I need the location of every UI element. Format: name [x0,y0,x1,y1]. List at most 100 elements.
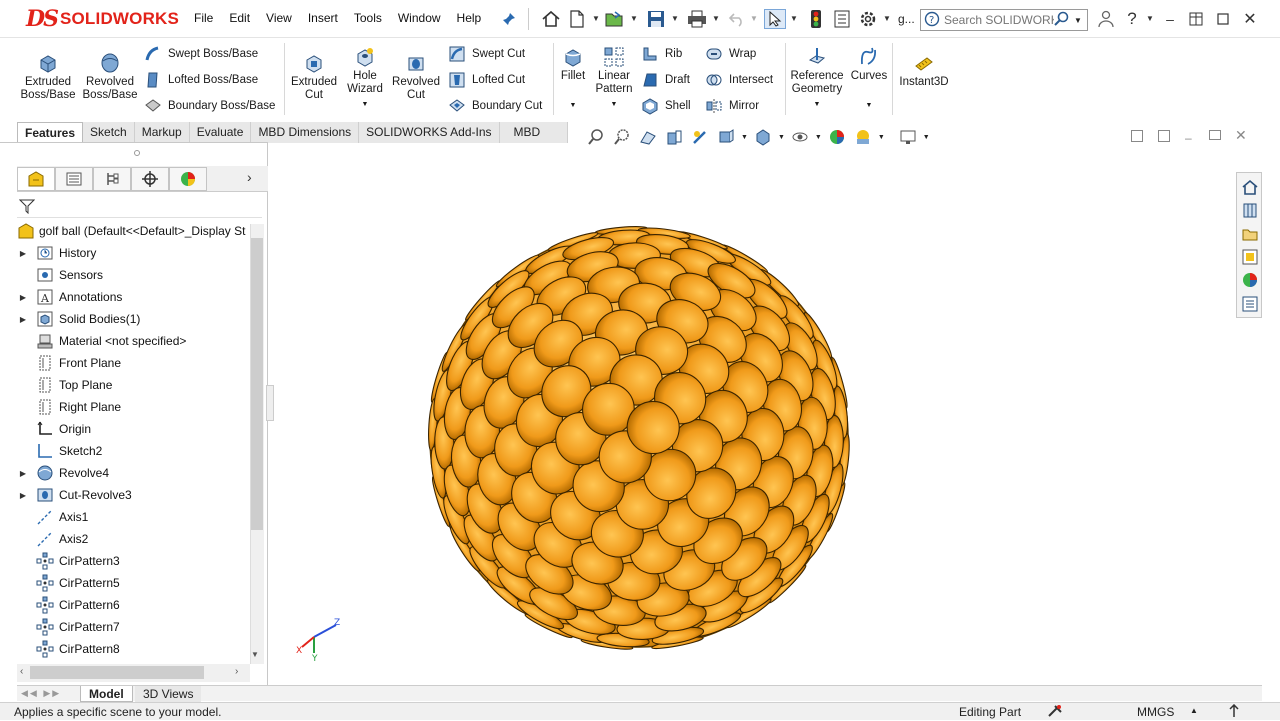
solidworks-logo[interactable]: DS SOLIDWORKS [26,6,179,32]
scroll-left-icon[interactable]: ‹ [20,666,23,677]
maximize-icon[interactable] [1213,9,1233,29]
close-icon[interactable]: ✕ [1240,9,1260,29]
rebuild-icon[interactable] [805,9,827,29]
tree-item-origin[interactable]: Origin [17,418,91,440]
mirror-button[interactable]: Mirror [705,96,759,116]
revolved-boss-button[interactable]: Revolved Boss/Base [82,52,138,102]
hide-show-dropdown-icon[interactable]: ▼ [815,134,822,141]
menu-view[interactable]: View [258,11,300,25]
extruded-boss-button[interactable]: Extruded Boss/Base [20,52,76,102]
tree-filter[interactable] [17,194,262,218]
viewport-minimize-icon[interactable]: – [1185,131,1192,145]
curves-button[interactable]: Curves ▼ [850,46,888,112]
appearances-scenes-icon[interactable] [1239,269,1260,290]
draft-button[interactable]: Draft [641,70,690,90]
view-settings-dropdown-icon[interactable]: ▼ [923,134,930,141]
apply-scene-dropdown-icon[interactable]: ▼ [878,134,885,141]
zoom-to-fit-icon[interactable] [585,126,607,148]
undo-dropdown-icon[interactable]: ▼ [750,14,758,23]
expand-arrow-icon[interactable]: ▶ [17,293,29,302]
tab-3d-views[interactable]: 3D Views [135,686,202,702]
tab-sketch[interactable]: Sketch [83,122,135,143]
tree-item-revolve4[interactable]: ▶ Revolve4 [17,462,109,484]
intersect-button[interactable]: Intersect [705,70,773,90]
reference-geometry-dropdown-icon[interactable]: ▼ [789,98,845,111]
select-arrow-icon[interactable] [764,9,786,29]
tab-markup[interactable]: Markup [134,122,190,143]
curves-dropdown-icon[interactable]: ▼ [850,99,888,112]
tab-mbd-dimensions[interactable]: MBD Dimensions [251,122,360,143]
pin-icon[interactable] [498,9,520,29]
reference-geometry-button[interactable]: Reference Geometry ▼ [789,46,845,111]
swept-boss-button[interactable]: Swept Boss/Base [144,44,258,64]
open-icon[interactable] [604,9,626,29]
linear-pattern-button[interactable]: Linear Pattern ▼ [594,46,634,111]
view-settings-icon[interactable] [897,126,919,148]
shell-button[interactable]: Shell [641,96,691,116]
dimxpertmanager-tab-icon[interactable] [131,167,169,191]
lofted-boss-button[interactable]: Lofted Boss/Base [144,70,258,90]
solidworks-resources-icon[interactable] [1239,176,1260,197]
file-explorer-icon[interactable] [1239,223,1260,244]
lofted-cut-button[interactable]: Lofted Cut [448,70,525,90]
tree-item-top-plane[interactable]: Top Plane [17,374,112,396]
configurationmanager-tab-icon[interactable] [93,167,131,191]
help-dropdown-icon[interactable]: ▼ [1146,14,1154,23]
graphics-viewport[interactable] [269,143,1262,685]
custom-properties-icon[interactable] [1239,293,1260,314]
file-properties-icon[interactable] [831,9,853,29]
panel-splitter-handle[interactable] [134,150,140,156]
viewport-tile-left-icon[interactable] [1131,130,1143,142]
design-library-icon[interactable] [1239,199,1260,220]
expand-arrow-icon[interactable]: ▶ [17,469,29,478]
displaymanager-tab-icon[interactable] [169,167,207,191]
instant3d-button[interactable]: Instant3D [897,52,951,89]
tree-item-sketch2[interactable]: Sketch2 [17,440,102,462]
tree-item-cirpattern8[interactable]: CirPattern8 [17,638,120,660]
unit-system[interactable]: MMGS [1137,705,1174,719]
section-view-icon[interactable] [663,126,685,148]
hide-show-items-icon[interactable] [789,126,811,148]
viewport-tile-right-icon[interactable] [1158,130,1170,142]
tree-item-axis1[interactable]: Axis1 [17,506,88,528]
fillet-dropdown-icon[interactable]: ▼ [558,99,588,112]
tab-features[interactable]: Features [17,122,84,143]
restore-icon[interactable] [1186,9,1206,29]
tab-mbd[interactable]: MBD [499,122,569,143]
swept-cut-button[interactable]: Swept Cut [448,44,525,64]
user-account-icon[interactable] [1095,9,1117,29]
tree-item-cirpattern7[interactable]: CirPattern7 [17,616,120,638]
tree-item-material-not-specified[interactable]: Material <not specified> [17,330,186,352]
tab-model[interactable]: Model [80,686,133,702]
expand-status-icon[interactable] [1228,703,1240,721]
open-dropdown-icon[interactable]: ▼ [630,14,638,23]
menu-tools[interactable]: Tools [346,11,390,25]
fillet-button[interactable]: Fillet ▼ [558,46,588,112]
tree-scrollbar-thumb[interactable] [251,238,263,530]
tree-item-history[interactable]: ▶ History [17,242,96,264]
tree-item-solid-bodies-1[interactable]: ▶ Solid Bodies(1) [17,308,140,330]
expand-arrow-icon[interactable]: ▶ [17,249,29,258]
tree-item-sensors[interactable]: Sensors [17,264,103,286]
rebuild-status-icon[interactable] [1047,704,1063,721]
viewport-restore-icon[interactable] [1209,130,1221,140]
expand-arrow-icon[interactable]: ▶ [17,491,29,500]
print-dropdown-icon[interactable]: ▼ [712,14,720,23]
tree-item-cirpattern5[interactable]: CirPattern5 [17,572,120,594]
scroll-down-icon[interactable]: ▼ [251,650,259,659]
boundary-cut-button[interactable]: Boundary Cut [448,96,542,116]
options-dropdown-icon[interactable]: ▼ [883,14,891,23]
boundary-boss-button[interactable]: Boundary Boss/Base [144,96,275,116]
undo-icon[interactable] [726,9,748,29]
tab-solidworks-add-ins[interactable]: SOLIDWORKS Add-Ins [359,122,500,143]
tree-item-annotations[interactable]: ▶ A Annotations [17,286,122,308]
panel-collapse-handle[interactable] [266,385,274,421]
menu-file[interactable]: File [186,11,221,25]
tree-item-cut-revolve3[interactable]: ▶ Cut-Revolve3 [17,484,132,506]
view-orientation-dropdown-icon[interactable]: ▼ [741,134,748,141]
edit-appearance-icon[interactable] [826,126,848,148]
hole-wizard-button[interactable]: Hole Wizard ▼ [343,46,387,111]
revolved-cut-button[interactable]: Revolved Cut [390,52,442,102]
propertymanager-tab-icon[interactable] [55,167,93,191]
tab-scroll-arrows[interactable]: ◀◀ ▶▶ [21,688,61,699]
